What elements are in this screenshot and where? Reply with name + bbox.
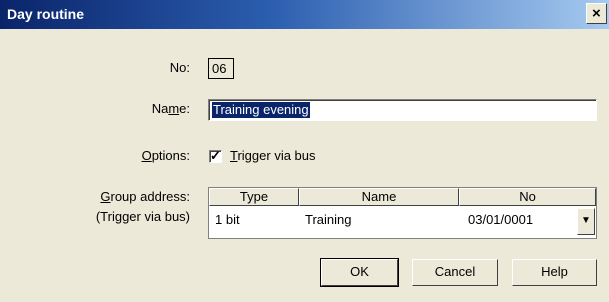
cell-name[interactable]: Training bbox=[305, 212, 351, 227]
help-button[interactable]: Help bbox=[512, 259, 597, 286]
chevron-down-icon: ▼ bbox=[581, 215, 591, 226]
trigger-via-bus-checkbox[interactable]: ✓ bbox=[209, 148, 222, 163]
close-button[interactable]: × bbox=[586, 3, 607, 24]
trigger-via-bus-label[interactable]: Trigger via bus bbox=[230, 148, 316, 163]
column-header-no[interactable]: No bbox=[459, 188, 596, 206]
group-address-sublabel: (Trigger via bus) bbox=[95, 209, 190, 224]
name-label: Name: bbox=[151, 101, 190, 116]
cell-type[interactable]: 1 bit bbox=[215, 212, 240, 227]
ok-button[interactable]: OK bbox=[320, 258, 399, 287]
close-icon: × bbox=[592, 5, 601, 22]
column-header-type[interactable]: Type bbox=[209, 188, 299, 206]
group-address-label: Group address: bbox=[100, 189, 190, 204]
cancel-button[interactable]: Cancel bbox=[412, 259, 498, 286]
name-input-value: Training evening bbox=[212, 102, 310, 118]
title-bar[interactable]: Day routine × bbox=[0, 0, 609, 29]
column-header-name[interactable]: Name bbox=[299, 188, 459, 206]
window-title: Day routine bbox=[7, 6, 85, 22]
group-address-dropdown-button[interactable]: ▼ bbox=[577, 208, 595, 235]
name-input[interactable]: Training evening bbox=[208, 99, 597, 121]
group-address-table: Type Name No 1 bit Training 03/01/0001 ▼ bbox=[208, 187, 597, 239]
no-field: 06 bbox=[208, 58, 234, 79]
cell-no[interactable]: 03/01/0001 bbox=[468, 212, 533, 227]
options-label: Options: bbox=[141, 148, 190, 163]
checkmark-icon: ✓ bbox=[210, 148, 221, 163]
day-routine-dialog: Day routine × No: 06 Name: Training even… bbox=[0, 0, 609, 302]
no-label: No: bbox=[169, 60, 190, 75]
